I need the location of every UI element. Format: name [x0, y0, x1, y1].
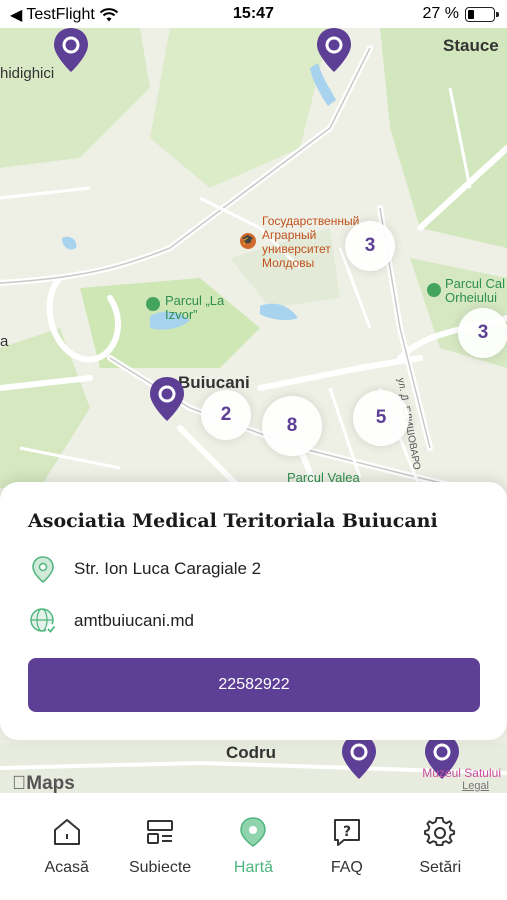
svg-text:?: ?	[343, 824, 351, 840]
website-row[interactable]: amtbuiucani.md	[28, 606, 194, 636]
map-cluster[interactable]: 3	[345, 221, 395, 271]
map-label-top-left: hidighici	[0, 65, 55, 82]
map-cluster[interactable]: 8	[262, 396, 322, 456]
location-pin-icon[interactable]	[315, 28, 353, 74]
battery-icon	[465, 6, 499, 22]
map-cluster[interactable]: 3	[458, 308, 507, 358]
tab-settings-label: Setări	[419, 859, 462, 876]
park-label-la-izvor: Parcul „La Izvor”	[165, 293, 225, 322]
maps-brand-text: Maps	[12, 773, 75, 793]
location-pin-icon[interactable]	[52, 28, 90, 74]
globe-icon	[28, 606, 58, 636]
tab-home-label: Acasă	[44, 859, 89, 876]
address-text: Str. Ion Luca Caragiale 2	[74, 559, 262, 578]
battery-percent: 27 %	[422, 5, 459, 22]
park-label-orheiului: Parcul Cal Orheiului	[445, 276, 505, 305]
park-icon	[146, 297, 160, 311]
call-phone-button[interactable]: 22582922	[28, 658, 480, 712]
tab-map[interactable]: Hartă	[213, 793, 293, 900]
location-title: Asociatia Medical Teritoriala Buiucani	[28, 510, 438, 532]
location-pin-icon[interactable]	[340, 733, 378, 781]
map-label-top-right: Stauce	[443, 36, 499, 55]
tab-map-label: Hartă	[233, 859, 274, 876]
map-label-museum: Muzeul Satului	[422, 766, 501, 780]
selected-location-pin-icon[interactable]	[148, 375, 186, 423]
map-label-left-edge: a	[0, 333, 9, 350]
map-label-buiucani: Buiucani	[178, 373, 250, 392]
park-icon	[427, 283, 441, 297]
home-icon	[50, 815, 84, 849]
tab-settings[interactable]: Setări	[400, 793, 480, 900]
tab-home[interactable]: Acasă	[27, 793, 107, 900]
apple-icon: 	[12, 773, 26, 793]
address-row: Str. Ion Luca Caragiale 2	[28, 554, 261, 584]
location-info-card: Asociatia Medical Teritoriala Buiucani S…	[0, 482, 507, 740]
subjects-icon	[143, 815, 177, 849]
university-icon: 🎓	[240, 233, 256, 249]
map-label-codru: Codru	[226, 743, 277, 762]
battery-status: 27 %	[422, 5, 499, 23]
map-pin-icon	[236, 815, 270, 849]
map-cluster[interactable]: 2	[201, 390, 251, 440]
battery-fill	[468, 9, 475, 19]
faq-icon: ?	[330, 815, 364, 849]
tab-subjects[interactable]: Subiecte	[120, 793, 200, 900]
status-bar: ◀ TestFlight 15:47 27 %	[0, 0, 507, 28]
tab-faq[interactable]: ? FAQ	[307, 793, 387, 900]
map-cluster[interactable]: 5	[353, 390, 409, 446]
location-pin-icon	[28, 554, 58, 584]
tab-bar: Acasă Subiecte Hartă ? FAQ Setări	[0, 793, 507, 900]
apple-maps-logo: Maps	[12, 773, 75, 793]
tab-faq-label: FAQ	[330, 859, 363, 876]
legal-link[interactable]: Legal	[462, 780, 489, 792]
university-label: Государственный Аграрный университет Мол…	[262, 214, 359, 270]
gear-icon	[423, 815, 457, 849]
website-link[interactable]: amtbuiucani.md	[74, 611, 194, 631]
tab-subjects-label: Subiecte	[128, 859, 192, 876]
